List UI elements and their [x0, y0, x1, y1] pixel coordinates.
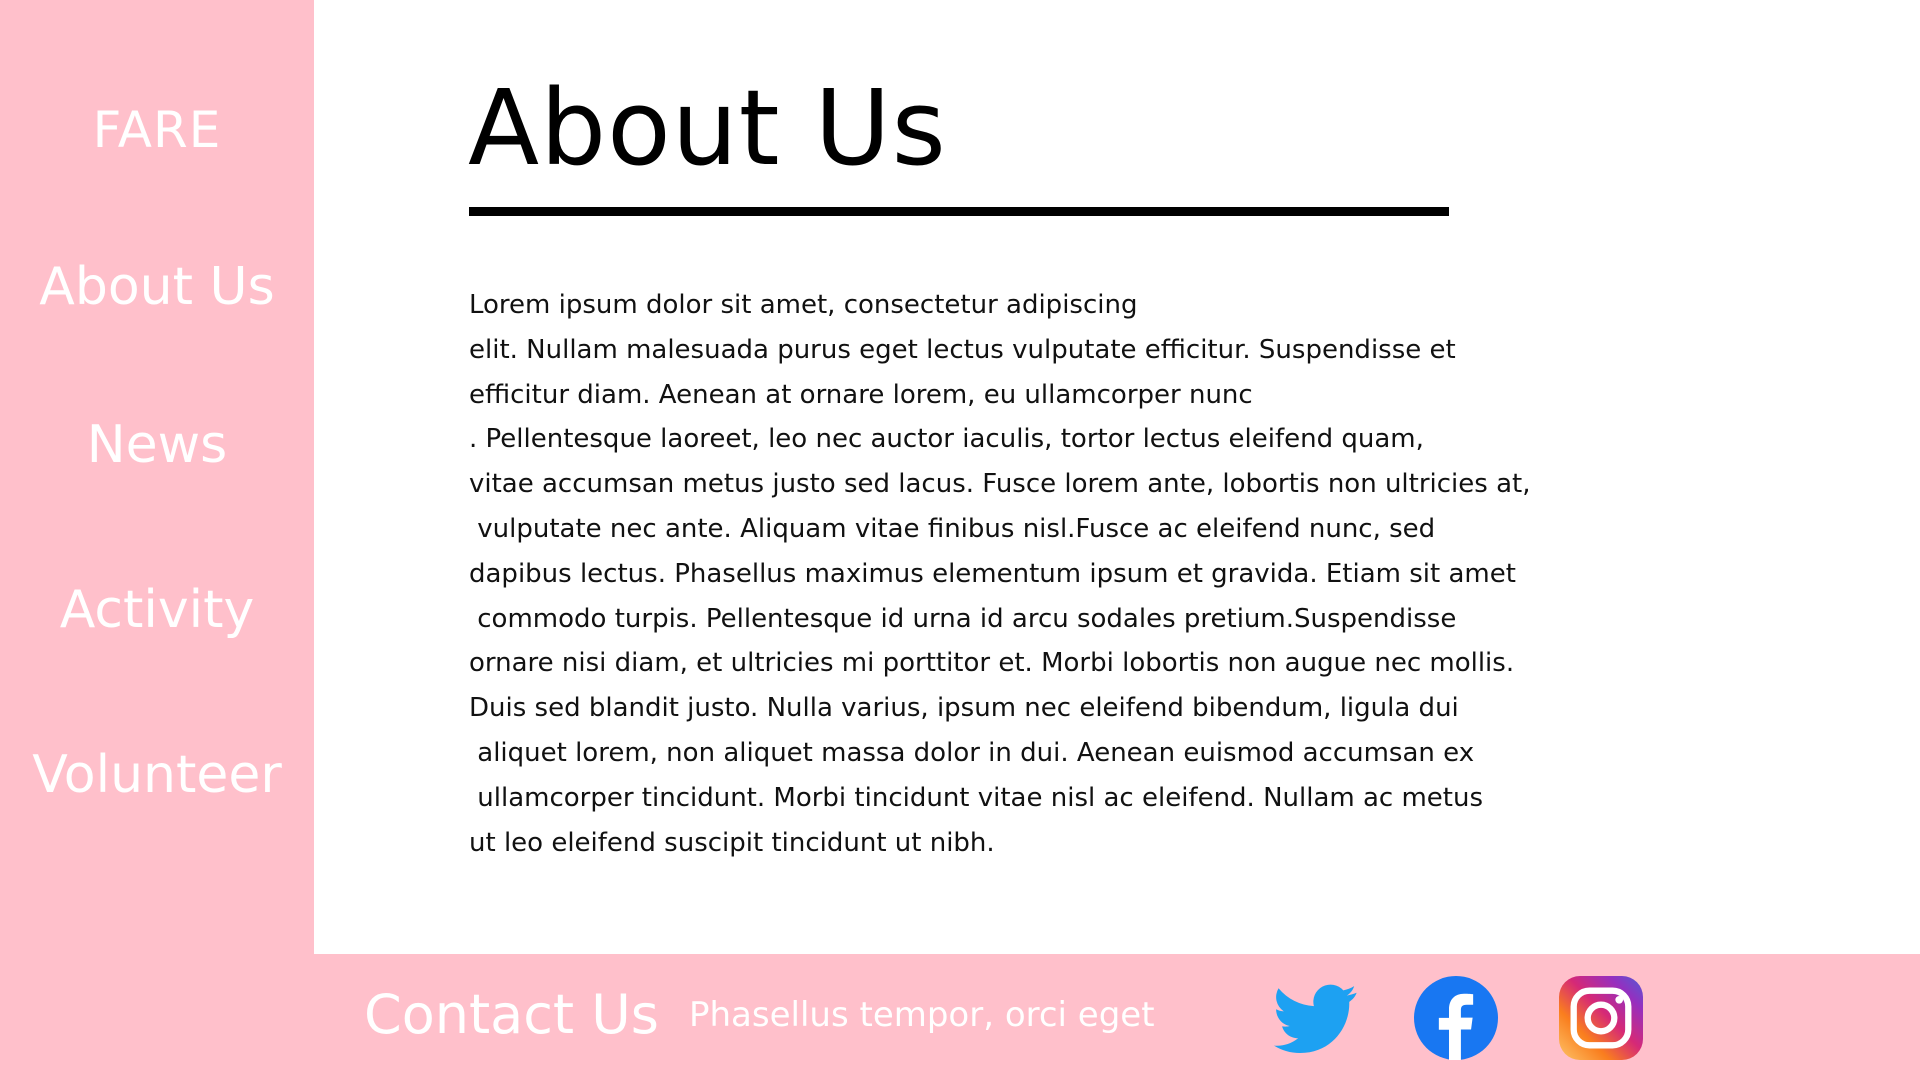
- footer: Contact Us Phasellus tempor, orci eget: [314, 954, 1920, 1080]
- paragraph-line: commodo turpis. Pellentesque id urna id …: [469, 603, 1457, 634]
- paragraph-line: elit. Nullam malesuada purus eget lectus…: [469, 334, 1456, 365]
- page: FARE About Us News Activity Volunteer Ab…: [0, 0, 1920, 1080]
- page-title: About Us: [468, 67, 947, 189]
- facebook-icon: [1414, 976, 1498, 1060]
- sidebar-item-about-us[interactable]: About Us: [0, 252, 314, 322]
- twitter-icon[interactable]: [1274, 976, 1358, 1060]
- twitter-icon: [1274, 984, 1357, 1054]
- about-paragraph: Lorem ipsum dolor sit amet, consectetur …: [469, 283, 1609, 865]
- title-underline-divider: [469, 207, 1449, 216]
- sidebar-item-activity[interactable]: Activity: [0, 575, 314, 645]
- sidebar-item-volunteer[interactable]: Volunteer: [0, 740, 314, 810]
- sidebar: FARE About Us News Activity Volunteer: [0, 0, 314, 1080]
- paragraph-line: ornare nisi diam, et ultricies mi portti…: [469, 648, 1515, 679]
- brand-logo-text[interactable]: FARE: [0, 95, 314, 165]
- paragraph-line: vulputate nec ante. Aliquam vitae finibu…: [469, 513, 1436, 544]
- paragraph-line: vitae accumsan metus justo sed lacus. Fu…: [469, 469, 1531, 500]
- paragraph-line: aliquet lorem, non aliquet massa dolor i…: [469, 737, 1475, 768]
- paragraph-line: . Pellentesque laoreet, leo nec auctor i…: [469, 424, 1424, 455]
- instagram-icon: [1559, 976, 1643, 1060]
- facebook-icon[interactable]: [1414, 976, 1498, 1060]
- paragraph-line: dapibus lectus. Phasellus maximus elemen…: [469, 558, 1516, 589]
- paragraph-line: Duis sed blandit justo. Nulla varius, ip…: [469, 693, 1459, 724]
- main-content: About Us Lorem ipsum dolor sit amet, con…: [314, 0, 1920, 954]
- paragraph-line: Lorem ipsum dolor sit amet, consectetur …: [469, 290, 1138, 320]
- sidebar-item-news[interactable]: News: [0, 410, 314, 480]
- instagram-icon[interactable]: [1559, 976, 1643, 1060]
- paragraph-line: ullamcorper tincidunt. Morbi tincidunt v…: [469, 782, 1484, 813]
- paragraph-line: efficitur diam. Aenean at ornare lorem, …: [469, 379, 1253, 410]
- contact-us-heading: Contact Us: [364, 983, 659, 1046]
- paragraph-line: ut leo eleifend suscipit tincidunt ut ni…: [469, 827, 995, 858]
- contact-text: Phasellus tempor, orci eget: [689, 995, 1155, 1035]
